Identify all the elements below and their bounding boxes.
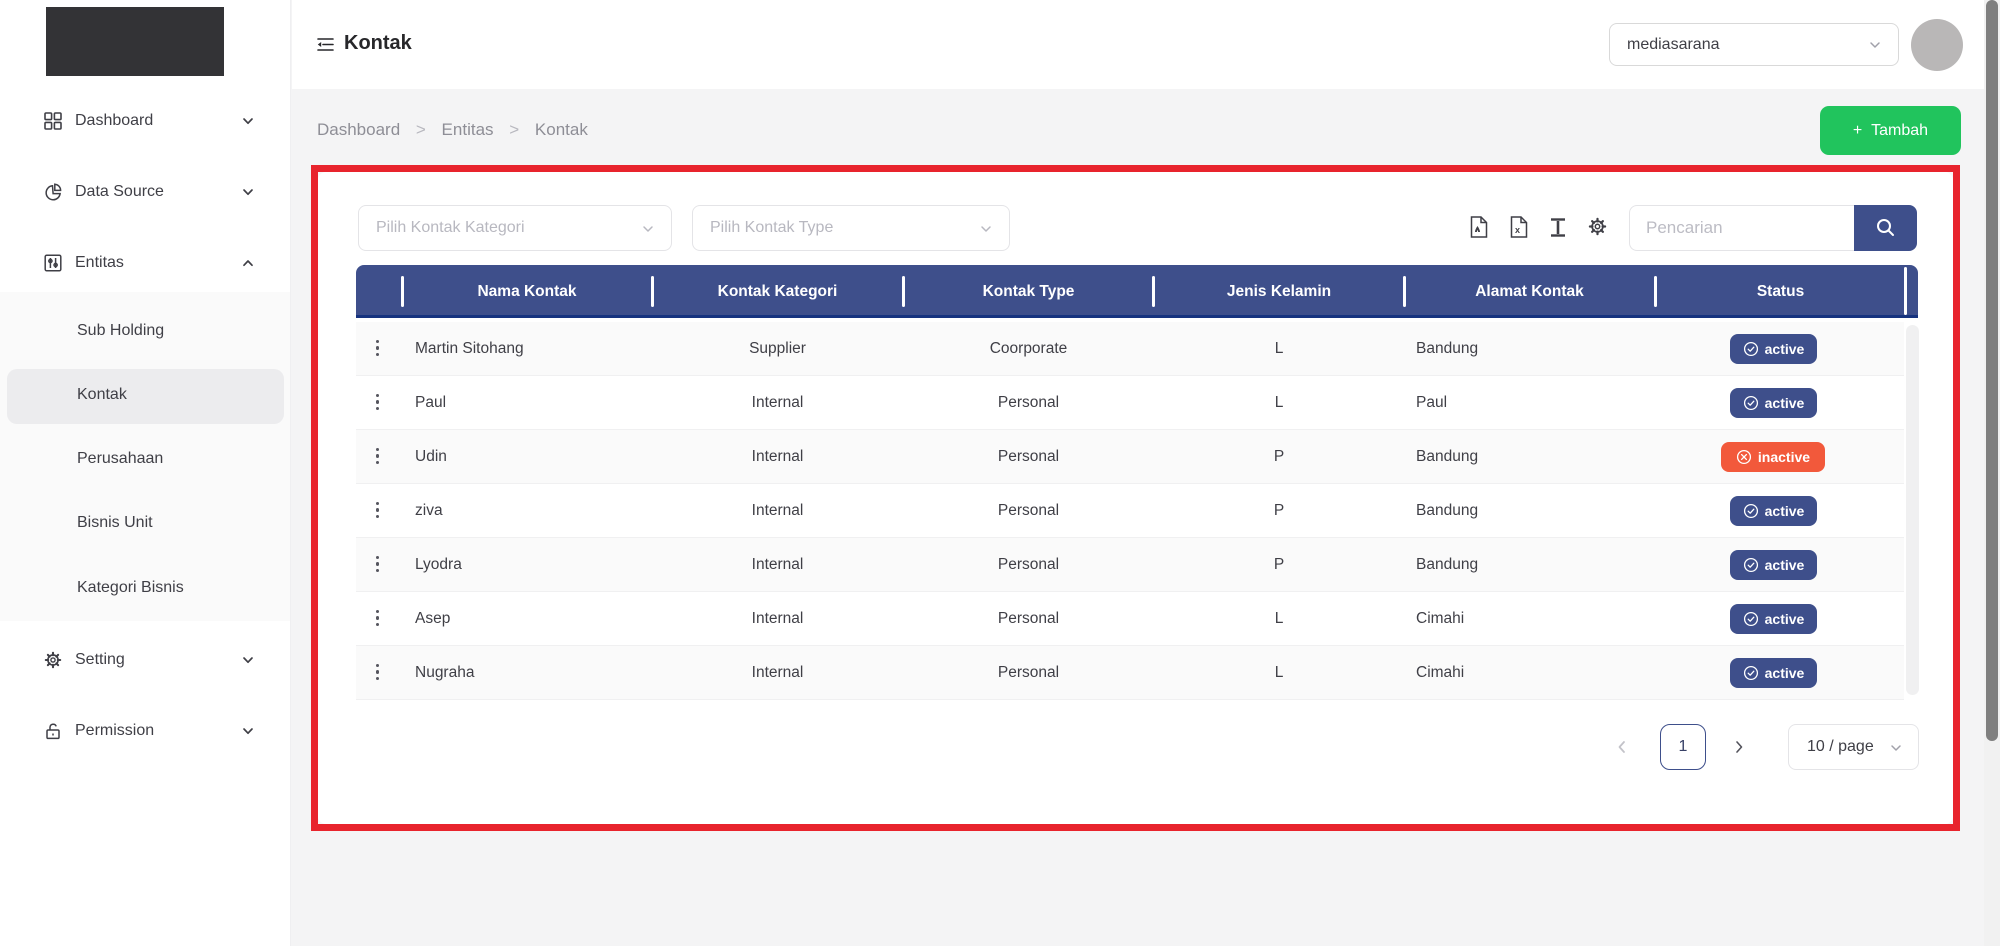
svg-text:x: x [1515,225,1520,235]
